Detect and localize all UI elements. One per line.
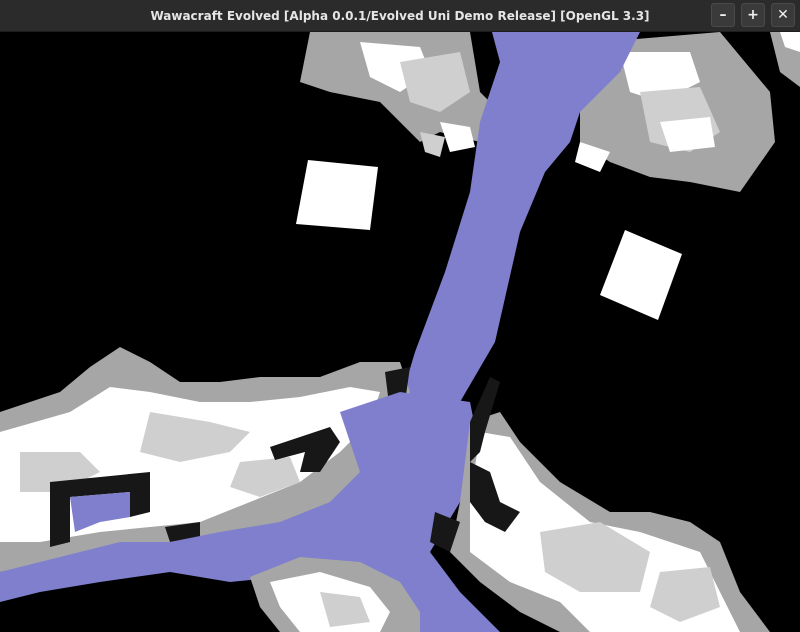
- game-viewport[interactable]: [0, 32, 800, 632]
- minimize-button[interactable]: –: [711, 3, 735, 27]
- window-title: Wawacraft Evolved [Alpha 0.0.1/Evolved U…: [150, 9, 650, 23]
- floating-block-1: [296, 160, 378, 230]
- game-scene: [0, 32, 800, 632]
- window-titlebar[interactable]: Wawacraft Evolved [Alpha 0.0.1/Evolved U…: [0, 0, 800, 32]
- close-button[interactable]: ✕: [771, 3, 795, 27]
- maximize-button[interactable]: +: [741, 3, 765, 27]
